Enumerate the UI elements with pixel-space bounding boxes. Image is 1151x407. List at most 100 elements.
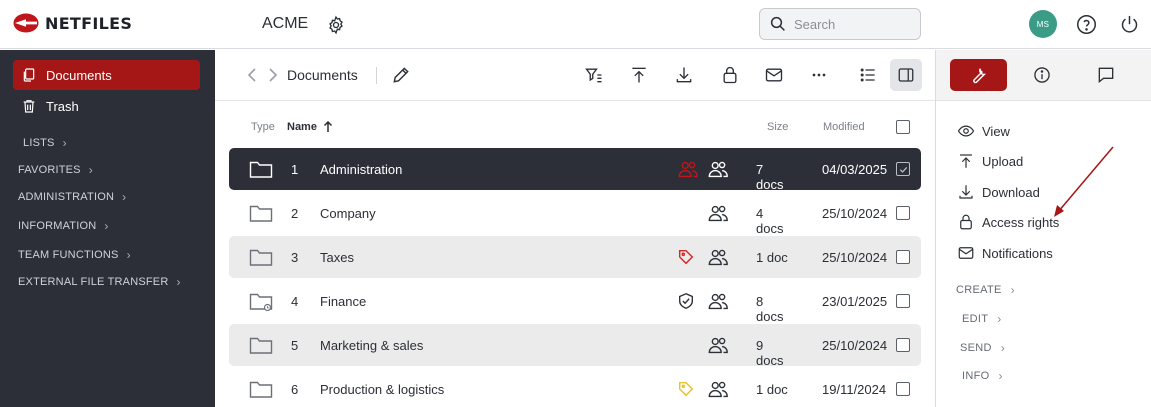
chevron-right-icon: › [997,312,1002,326]
netfiles-logo-icon [13,13,39,33]
chevron-right-icon: › [104,219,109,233]
row-checkbox[interactable] [896,382,910,396]
people-icon [707,380,729,398]
breadcrumb[interactable]: Documents [287,67,358,83]
tab-comments[interactable] [1078,59,1135,91]
panel-section-send[interactable]: SEND › [960,341,1005,355]
row-number: 4 [291,294,299,309]
search-box[interactable] [759,8,921,40]
table-row[interactable]: 4 Finance 8 docs 23/01/2025 [229,280,921,324]
row-checkbox[interactable] [896,294,910,308]
row-name[interactable]: Company [320,206,376,221]
sidebar-section-lists[interactable]: LISTS › [23,136,67,150]
column-header-type[interactable]: Type [251,121,275,133]
help-icon[interactable] [1076,14,1097,35]
avatar[interactable]: MS [1029,10,1057,38]
sidebar-section-label: FAVORITES [18,164,81,176]
toolbar: Documents [215,50,935,101]
sidebar-section-information[interactable]: INFORMATION › [18,219,109,233]
folder-icon [249,381,273,398]
column-header-name[interactable]: Name [287,121,333,133]
pencil-icon[interactable] [391,65,411,85]
row-name[interactable]: Finance [320,294,366,309]
row-name[interactable]: Taxes [320,250,354,265]
envelope-icon[interactable] [764,65,784,85]
download-icon[interactable] [674,65,694,85]
row-name[interactable]: Production & logistics [320,382,444,397]
sidebar-section-external-file-transfer[interactable]: EXTERNAL FILE TRANSFER › [18,275,181,289]
logo[interactable]: NETFILES [13,13,132,33]
more-options-icon[interactable] [809,65,829,85]
row-checkbox[interactable] [896,338,910,352]
people-icon [707,248,729,266]
filter-icon[interactable] [584,65,604,85]
table-row[interactable]: 5 Marketing & sales 9 docs 25/10/2024 [229,324,921,368]
action-view[interactable]: View [957,121,1010,141]
wrench-icon [973,68,987,84]
trash-icon [23,100,35,113]
column-header-size[interactable]: Size [767,121,788,133]
upload-icon[interactable] [629,65,649,85]
row-modified: 23/01/2025 [822,294,888,309]
toolbar-divider [376,67,377,84]
row-checkbox[interactable] [896,250,910,264]
sidebar-section-administration[interactable]: ADMINISTRATION › [18,190,126,204]
select-all-checkbox[interactable] [896,120,910,134]
envelope-icon [958,247,974,259]
checkmark-icon [899,166,907,173]
panel-section-label: INFO [962,370,990,382]
lock-icon[interactable] [720,65,740,85]
chevron-right-icon: › [122,190,127,204]
row-size: 9 docs [756,338,784,368]
chevron-right-icon: › [62,136,67,150]
people-red-icon [677,160,699,178]
forward-arrow-icon[interactable] [266,67,280,83]
panel-section-edit[interactable]: EDIT › [962,312,1002,326]
power-icon[interactable] [1119,14,1140,35]
chevron-right-icon: › [1000,341,1006,355]
action-upload[interactable]: Upload [957,151,1023,171]
row-checkbox[interactable] [896,162,910,176]
folder-icon [249,337,273,354]
panel-section-create[interactable]: CREATE › [956,283,1015,297]
chevron-right-icon: › [176,275,181,289]
row-name[interactable]: Marketing & sales [320,338,423,353]
tab-info[interactable] [1014,59,1071,91]
people-icon [707,336,729,354]
tab-actions[interactable] [950,59,1007,91]
table-row[interactable]: 1 Administration 7 docs 04/03/2025 [229,148,921,192]
sidebar-item-label: Documents [46,67,112,83]
row-modified: 19/11/2024 [822,382,887,397]
side-panel-icon [898,68,914,82]
folder-icon [249,205,273,222]
sidebar: Documents Trash LISTS › FAVORITES › ADMINI… [0,50,215,407]
gear-icon[interactable] [326,15,346,35]
row-modified: 04/03/2025 [822,162,888,177]
table-row[interactable]: 3 Taxes 1 doc 25/10/2024 [229,236,921,278]
sidebar-item-trash[interactable]: Trash [13,91,200,121]
list-view-icon[interactable] [858,65,878,85]
sidebar-section-label: EXTERNAL FILE TRANSFER [18,276,169,288]
tag-yellow-icon [677,380,695,398]
chevron-right-icon: › [88,163,93,177]
panel-section-info[interactable]: INFO › [962,369,1003,383]
panel-toggle-button[interactable] [890,59,922,91]
row-checkbox[interactable] [896,206,910,220]
sidebar-section-label: TEAM FUNCTIONS [18,249,119,261]
action-download[interactable]: Download [957,182,1040,202]
row-name[interactable]: Administration [320,162,402,177]
sidebar-item-documents[interactable]: Documents [13,60,200,90]
action-notifications[interactable]: Notifications [957,243,1053,263]
sidebar-section-favorites[interactable]: FAVORITES › [18,163,93,177]
back-arrow-icon[interactable] [245,67,259,83]
row-size: 8 docs [756,294,784,324]
table-row[interactable]: 6 Production & logistics 1 doc 19/11/202… [229,368,921,407]
table-header: Type Name Size Modified [215,101,935,147]
sidebar-section-label: LISTS [23,137,55,149]
people-icon [707,292,729,310]
table-row[interactable]: 2 Company 4 docs 25/10/2024 [229,192,921,236]
sidebar-section-team-functions[interactable]: TEAM FUNCTIONS › [18,248,131,262]
column-header-modified[interactable]: Modified [823,121,865,133]
row-number: 2 [291,206,299,221]
search-input[interactable] [794,16,914,32]
